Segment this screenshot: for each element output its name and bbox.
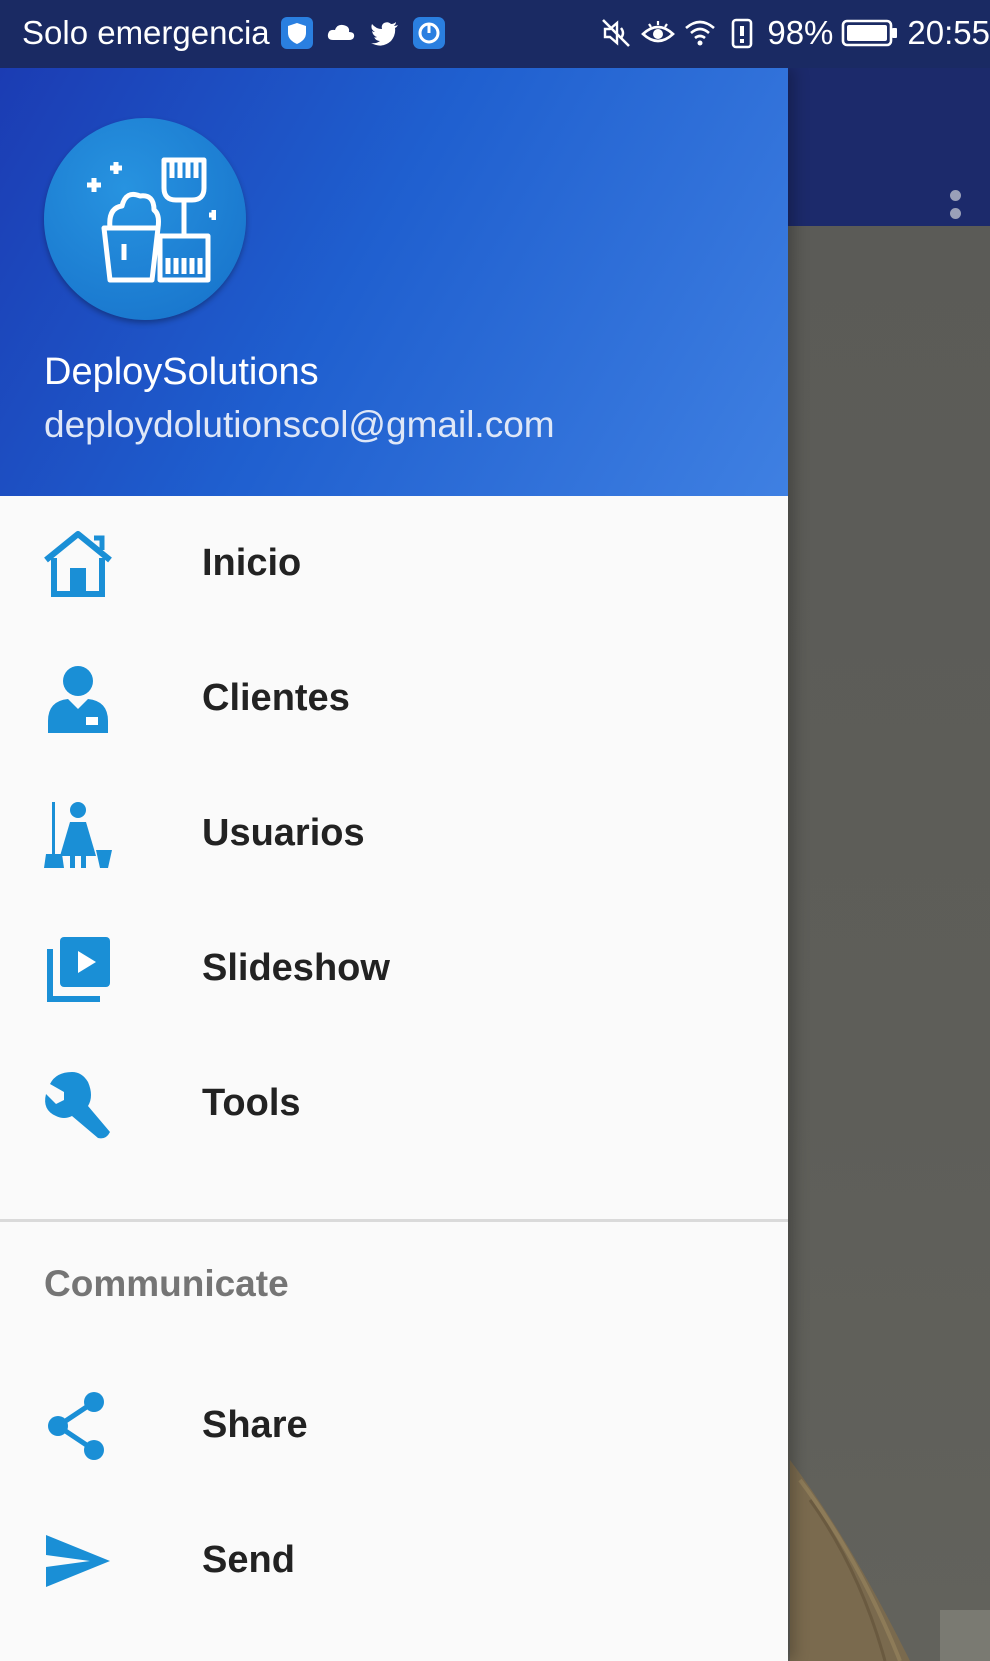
drawer-header: DeploySolutions deploydolutionscol@gmail…: [0, 68, 788, 496]
menu-label-inicio: Inicio: [202, 542, 302, 584]
wifi-icon: [685, 20, 716, 46]
menu-item-clientes[interactable]: Clientes: [0, 631, 788, 766]
menu-item-slideshow[interactable]: Slideshow: [0, 901, 788, 1036]
main-menu: Inicio Clientes Usuarios Slideshow Tools: [0, 496, 788, 1171]
clock: 20:55: [907, 14, 990, 51]
mute-icon: [602, 19, 631, 47]
menu-label-slideshow: Slideshow: [202, 947, 390, 989]
menu-label-clientes: Clientes: [202, 677, 350, 719]
account-name: DeploySolutions: [44, 351, 319, 393]
wrench-icon: [45, 1071, 110, 1138]
menu-item-tools[interactable]: Tools: [0, 1036, 788, 1171]
eye-icon: [641, 21, 676, 43]
app-notification-icon: [412, 17, 445, 49]
battery-alert-icon: [732, 18, 753, 49]
share-icon: [48, 1391, 104, 1460]
cleaning-logo-icon: [87, 157, 216, 283]
battery-icon: [842, 19, 898, 47]
carrier-text: Solo emergencia: [22, 14, 270, 51]
menu-label-share: Share: [202, 1404, 308, 1446]
status-bar: Solo emergencia 98% 20:55: [0, 0, 990, 68]
menu-item-share[interactable]: Share: [0, 1358, 788, 1493]
twitter-icon: [370, 22, 398, 46]
person-icon: [48, 665, 108, 733]
shield-icon: [280, 17, 313, 49]
menu-label-usuarios: Usuarios: [202, 812, 365, 854]
slideshow-icon: [47, 936, 110, 1002]
section-title-communicate: Communicate: [44, 1263, 289, 1304]
communicate-menu: Share Send: [0, 1358, 788, 1628]
broom-image: [790, 1460, 990, 1661]
menu-item-inicio[interactable]: Inicio: [0, 496, 788, 631]
avatar: [44, 118, 246, 320]
send-icon: [46, 1534, 110, 1587]
menu-item-usuarios[interactable]: Usuarios: [0, 766, 788, 901]
home-icon: [44, 530, 112, 597]
account-email: deploydolutionscol@gmail.com: [44, 404, 555, 445]
navigation-drawer: DeploySolutions deploydolutionscol@gmail…: [0, 68, 788, 1661]
menu-label-send: Send: [202, 1539, 295, 1581]
menu-item-send[interactable]: Send: [0, 1493, 788, 1628]
cloud-icon: [327, 24, 354, 40]
menu-divider: [0, 1219, 788, 1222]
menu-label-tools: Tools: [202, 1082, 301, 1124]
battery-percent: 98%: [767, 14, 834, 51]
cleaner-icon: [44, 801, 112, 868]
